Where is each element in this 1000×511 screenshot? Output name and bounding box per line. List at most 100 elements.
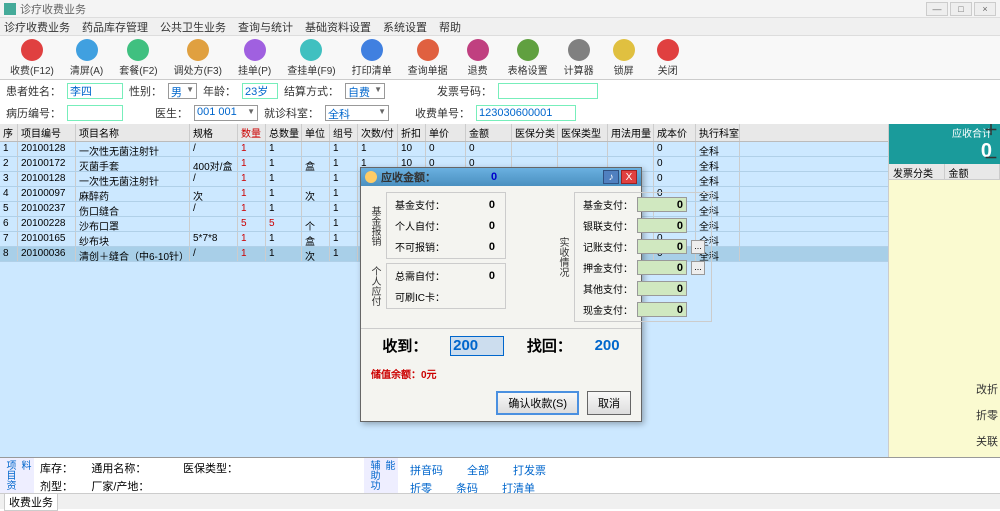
cell: 灭菌手套	[76, 157, 190, 171]
toolbar-button[interactable]: 打印清单	[346, 37, 398, 79]
aux-link[interactable]: 全部	[467, 462, 489, 478]
cell: 1	[238, 142, 266, 156]
column-header[interactable]: 单价	[426, 124, 466, 141]
column-header[interactable]: 医保分类	[512, 124, 558, 141]
menu-item[interactable]: 公共卫生业务	[160, 19, 226, 35]
cell: 1	[330, 247, 358, 261]
column-header[interactable]: 规格	[190, 124, 238, 141]
invoice-input[interactable]	[498, 83, 598, 99]
cell: /	[190, 202, 238, 216]
side-tool[interactable]: 关联	[976, 433, 998, 449]
more-button[interactable]: ...	[691, 240, 705, 254]
received-input[interactable]	[450, 336, 504, 356]
column-header[interactable]: 医保类型	[558, 124, 608, 141]
toolbar-button[interactable]: 查询单据	[402, 37, 454, 79]
add-button[interactable]: ＋	[984, 120, 998, 134]
column-header[interactable]: 执行科室	[696, 124, 740, 141]
side-tool[interactable]: 折零	[976, 407, 998, 423]
doctor-select[interactable]: 001 001	[194, 105, 258, 121]
cancel-payment-button[interactable]: 取消	[587, 391, 631, 415]
cell: 6	[0, 217, 18, 231]
aux-link[interactable]: 打发票	[513, 462, 546, 478]
column-header[interactable]: 序	[0, 124, 18, 141]
maximize-button[interactable]: □	[950, 2, 972, 16]
column-header[interactable]: 折扣	[398, 124, 426, 141]
patient-name-input[interactable]	[67, 83, 123, 99]
toolbar-button[interactable]: 锁屏	[604, 37, 644, 79]
menu-item[interactable]: 诊疗收费业务	[4, 19, 70, 35]
more-button[interactable]: ...	[691, 261, 705, 275]
column-header[interactable]: 项目名称	[76, 124, 190, 141]
column-header[interactable]: 成本价	[654, 124, 696, 141]
feeno-input[interactable]	[476, 105, 576, 121]
toolbar-label: 计算器	[564, 62, 594, 77]
column-header[interactable]: 项目编号	[18, 124, 76, 141]
column-header[interactable]: 组号	[330, 124, 358, 141]
column-header[interactable]: 单位	[302, 124, 330, 141]
cell: 1	[0, 142, 18, 156]
field-row: 不可报销：0	[393, 239, 499, 254]
close-button[interactable]: ×	[974, 2, 996, 16]
menu-item[interactable]: 查询与统计	[238, 19, 293, 35]
toolbar-button[interactable]: 退费	[458, 37, 498, 79]
column-header[interactable]: 总数量	[266, 124, 302, 141]
confirm-payment-button[interactable]: 确认收款(S)	[496, 391, 579, 415]
field-label: 可刷IC卡：	[393, 289, 445, 304]
toolbar-button[interactable]: 表格设置	[502, 37, 554, 79]
dept-select[interactable]: 全科	[325, 105, 389, 121]
column-header[interactable]: 数量	[238, 124, 266, 141]
invoice-label: 发票号码：	[437, 83, 492, 99]
paytype-select[interactable]: 自费	[345, 83, 385, 99]
menu-item[interactable]: 药品库存管理	[82, 19, 148, 35]
payment-input[interactable]	[637, 302, 687, 317]
cell: 个	[302, 217, 330, 231]
column-header[interactable]: 用法用量	[608, 124, 654, 141]
toolbar-button[interactable]: 调处方(F3)	[168, 37, 228, 79]
column-header[interactable]: 次数/付	[358, 124, 398, 141]
field-label: 记账支付：	[581, 239, 633, 254]
payment-input[interactable]	[637, 218, 687, 233]
field-value: 0	[449, 269, 499, 283]
cell: 1	[266, 157, 302, 171]
payment-input[interactable]	[637, 281, 687, 296]
toolbar-button[interactable]: 计算器	[558, 37, 600, 79]
toolbar-label: 表格设置	[508, 62, 548, 77]
side-tool[interactable]: 改折	[976, 381, 998, 397]
toolbar-label: 调处方(F3)	[174, 62, 222, 77]
menu-item[interactable]: 帮助	[439, 19, 461, 35]
column-header[interactable]: 金额	[466, 124, 512, 141]
payment-input[interactable]	[637, 197, 687, 212]
payment-input[interactable]	[637, 239, 687, 254]
toolbar-button[interactable]: 套餐(F2)	[113, 37, 163, 79]
toolbar-button[interactable]: 挂单(P)	[232, 37, 277, 79]
record-input[interactable]	[67, 105, 123, 121]
age-input[interactable]	[242, 83, 278, 99]
age-label: 年龄：	[203, 83, 236, 99]
minimize-button[interactable]: —	[926, 2, 948, 16]
toolbar-button[interactable]: 清屏(A)	[64, 37, 109, 79]
toolbar-icon	[467, 39, 489, 61]
aux-link[interactable]: 拼音码	[410, 462, 443, 478]
menu-item[interactable]: 系统设置	[383, 19, 427, 35]
cell: 1	[330, 187, 358, 201]
remove-button[interactable]: －	[984, 148, 998, 162]
toolbar-label: 套餐(F2)	[119, 62, 157, 77]
dosage-label: 剂型：	[40, 481, 73, 493]
cell: 1	[266, 202, 302, 216]
toolbar-button[interactable]: 关闭	[648, 37, 688, 79]
cell	[558, 142, 608, 156]
menu-item[interactable]: 基础资料设置	[305, 19, 371, 35]
generic-label: 通用名称：	[91, 463, 146, 475]
payment-input[interactable]	[637, 260, 687, 275]
toolbar-button[interactable]: 收费(F12)	[4, 37, 60, 79]
payment-dialog: 应收金额： 0 ♪ X 基金报销 基金支付：0个人自付：0不可报销：0 个人应付…	[360, 167, 642, 422]
status-tab[interactable]: 收费业务	[4, 493, 58, 511]
table-row[interactable]: 120100128一次性无菌注射针/111110000全科	[0, 142, 888, 157]
dialog-close-button[interactable]: X	[621, 170, 637, 184]
gender-select[interactable]: 男	[168, 83, 197, 99]
dialog-help-button[interactable]: ♪	[603, 170, 619, 184]
cell: 20100237	[18, 202, 76, 216]
toolbar-button[interactable]: 查挂单(F9)	[281, 37, 341, 79]
cell: 5	[238, 217, 266, 231]
toolbar-icon	[21, 39, 43, 61]
